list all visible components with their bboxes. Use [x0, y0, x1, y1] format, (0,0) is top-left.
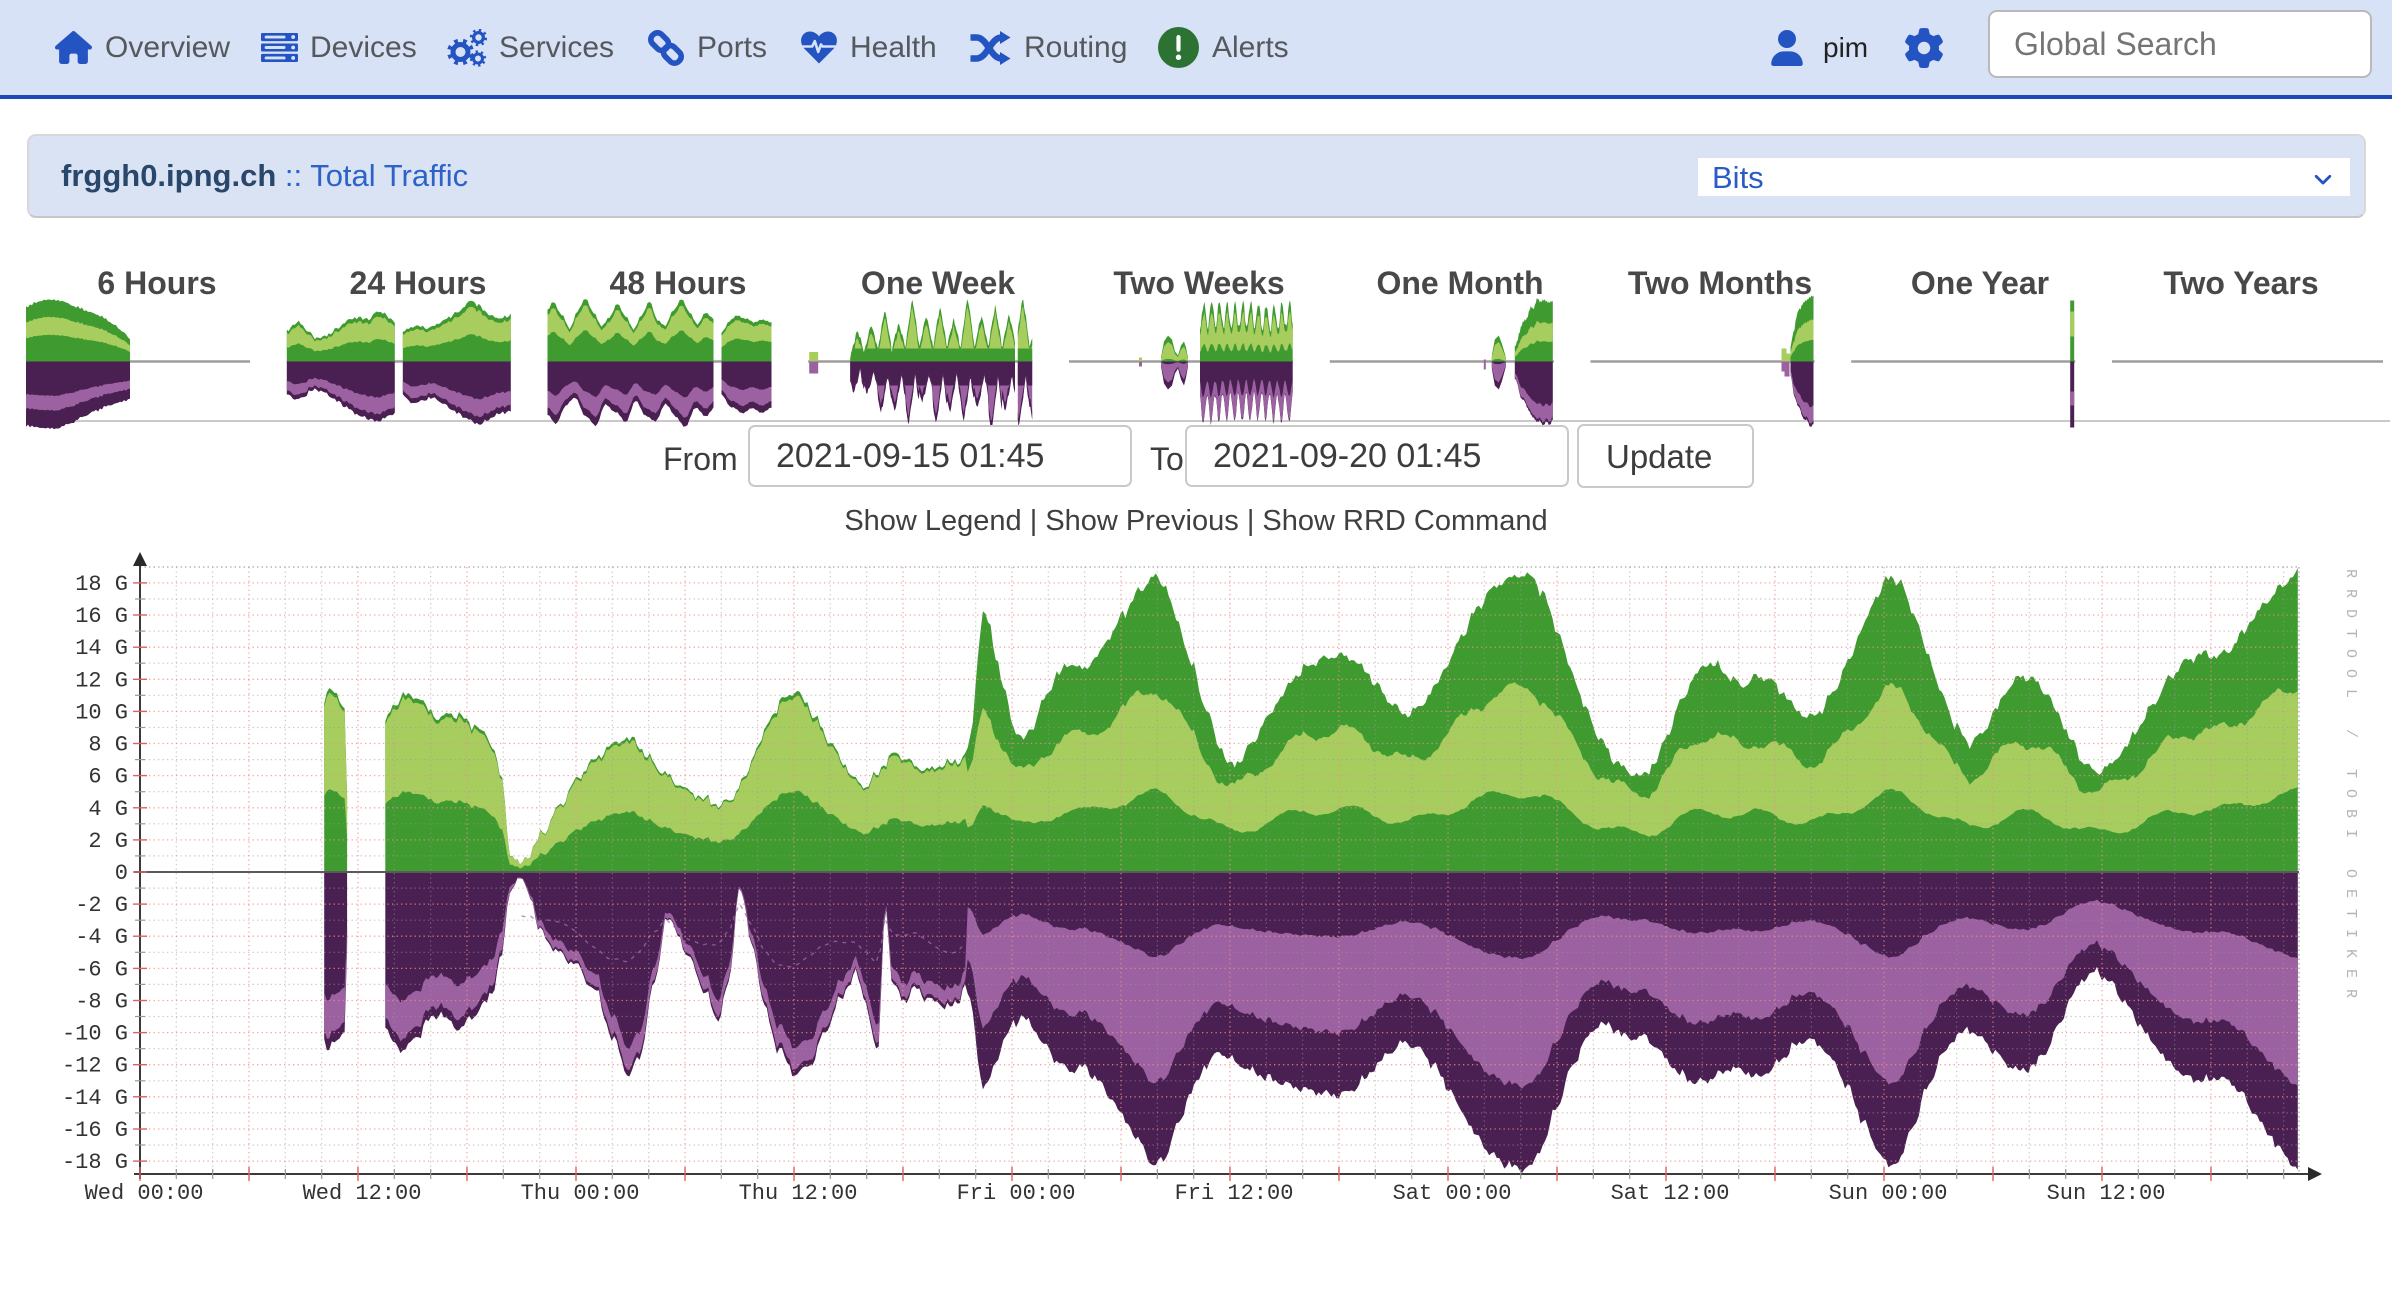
- svg-text:Sun 00:00: Sun 00:00: [1829, 1181, 1948, 1206]
- svg-text:Sat 12:00: Sat 12:00: [1611, 1181, 1730, 1206]
- svg-text:-8 G: -8 G: [75, 990, 128, 1015]
- svg-text:Wed 00:00: Wed 00:00: [85, 1181, 204, 1206]
- svg-text:-4 G: -4 G: [75, 925, 128, 950]
- svg-text:Thu 00:00: Thu 00:00: [521, 1181, 640, 1206]
- svg-text:-18 G: -18 G: [62, 1150, 128, 1175]
- svg-text:RRDTOOL / TOBI OETIKER: RRDTOOL / TOBI OETIKER: [2342, 569, 2359, 1009]
- svg-text:-12 G: -12 G: [62, 1054, 128, 1079]
- svg-text:Thu 12:00: Thu 12:00: [739, 1181, 858, 1206]
- svg-text:-2 G: -2 G: [75, 893, 128, 918]
- svg-text:-16 G: -16 G: [62, 1118, 128, 1143]
- svg-text:12 G: 12 G: [75, 668, 128, 693]
- svg-text:-10 G: -10 G: [62, 1022, 128, 1047]
- svg-text:4 G: 4 G: [88, 797, 128, 822]
- svg-text:2 G: 2 G: [88, 829, 128, 854]
- svg-text:18 G: 18 G: [75, 572, 128, 597]
- svg-text:8 G: 8 G: [88, 733, 128, 758]
- svg-text:Fri 12:00: Fri 12:00: [1175, 1181, 1294, 1206]
- svg-text:10 G: 10 G: [75, 700, 128, 725]
- svg-text:Sat 00:00: Sat 00:00: [1393, 1181, 1512, 1206]
- svg-text:Wed 12:00: Wed 12:00: [303, 1181, 422, 1206]
- svg-text:Fri 00:00: Fri 00:00: [957, 1181, 1076, 1206]
- svg-text:-6 G: -6 G: [75, 957, 128, 982]
- svg-text:16 G: 16 G: [75, 604, 128, 629]
- svg-text:0: 0: [115, 861, 128, 886]
- svg-text:Sun 12:00: Sun 12:00: [2047, 1181, 2166, 1206]
- svg-text:14 G: 14 G: [75, 636, 128, 661]
- svg-text:6 G: 6 G: [88, 765, 128, 790]
- svg-text:-14 G: -14 G: [62, 1086, 128, 1111]
